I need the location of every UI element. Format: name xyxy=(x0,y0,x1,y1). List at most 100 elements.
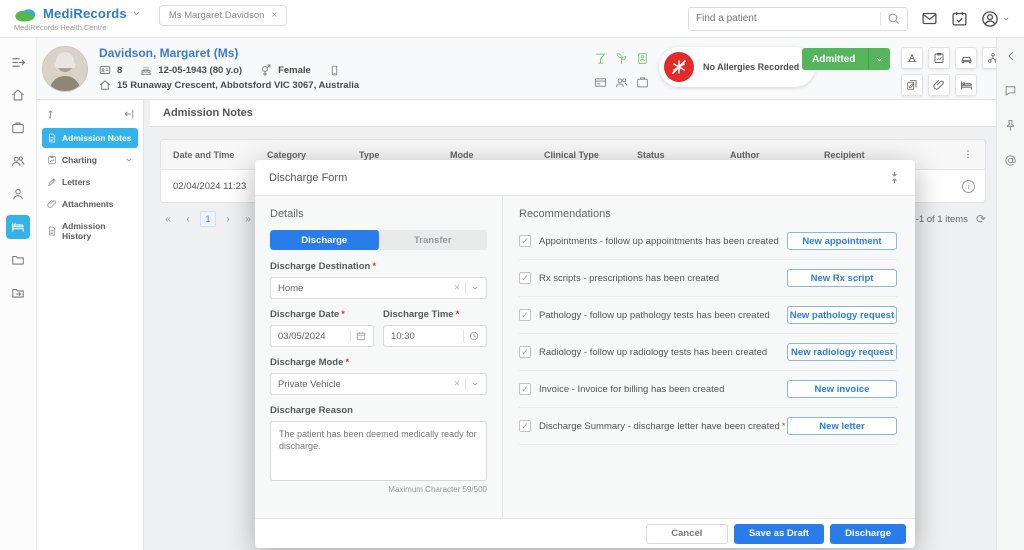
alcohol-status-icon[interactable] xyxy=(590,47,610,69)
row-info-icon[interactable]: i xyxy=(962,180,975,193)
recommendation-label: Rx scripts - prescriptions has been crea… xyxy=(539,273,719,284)
mentions-icon[interactable] xyxy=(1004,154,1017,167)
tab-transfer[interactable]: Transfer xyxy=(379,230,488,250)
radiology-checkbox[interactable]: ✓ xyxy=(519,346,531,358)
rx-scripts-checkbox[interactable]: ✓ xyxy=(519,272,531,284)
pathology-checkbox[interactable]: ✓ xyxy=(519,309,531,321)
last-page-button[interactable]: » xyxy=(240,211,256,227)
patient-tab-close-icon[interactable]: × xyxy=(271,10,277,21)
discharge-button[interactable]: Discharge xyxy=(830,524,906,544)
pagination: « ‹ 1 › » xyxy=(160,211,256,227)
sidebar-item-charting[interactable]: Charting xyxy=(42,150,138,170)
patient-search[interactable] xyxy=(688,7,908,31)
comments-icon[interactable] xyxy=(1004,84,1017,97)
column-header[interactable]: Recipient xyxy=(824,150,961,160)
collapse-panel-chevron-left-icon[interactable] xyxy=(1005,50,1017,62)
patient-badge-icon[interactable] xyxy=(632,47,652,69)
sidebar-item-letters[interactable]: Letters xyxy=(42,172,138,192)
clock-icon[interactable] xyxy=(469,331,479,341)
pin-icon[interactable] xyxy=(1004,119,1017,132)
new-pathology-request-button[interactable]: New pathology request xyxy=(787,306,897,324)
new-rx-script-button[interactable]: New Rx script xyxy=(787,269,897,287)
appointments-status-icon[interactable] xyxy=(632,71,652,93)
allergy-pill[interactable]: No Allergies Recorded xyxy=(659,47,815,87)
bed-button[interactable] xyxy=(955,74,977,96)
messages-icon[interactable] xyxy=(921,10,938,27)
home-nav-icon[interactable] xyxy=(6,83,30,107)
cancel-button[interactable]: Cancel xyxy=(646,524,728,544)
dispense-button[interactable] xyxy=(901,47,923,69)
reorder-icon[interactable] xyxy=(45,109,56,120)
patients-nav-icon[interactable] xyxy=(6,182,30,206)
appointments-checkbox[interactable]: ✓ xyxy=(519,235,531,247)
next-page-button[interactable]: › xyxy=(220,211,236,227)
brand-chevron-down-icon[interactable] xyxy=(132,9,141,18)
transport-button[interactable] xyxy=(955,47,977,69)
admission-status-button[interactable]: Admitted xyxy=(802,48,890,70)
column-header[interactable]: Mode xyxy=(450,150,544,160)
sidebar-item-admission-notes[interactable]: Admission Notes xyxy=(42,128,138,148)
patient-tab[interactable]: Ms Margaret Davidson × xyxy=(159,5,287,26)
new-letter-button[interactable]: New letter xyxy=(787,417,897,435)
column-header[interactable]: Date and Time xyxy=(173,150,267,160)
first-page-button[interactable]: « xyxy=(160,211,176,227)
recommendation-row-rx-scripts: ✓ Rx scripts - prescriptions has been cr… xyxy=(519,260,897,297)
clear-icon[interactable]: × xyxy=(454,282,460,294)
admissions-nav-icon[interactable] xyxy=(6,215,30,239)
sidebar-item-admission-history[interactable]: Admission History xyxy=(42,216,138,246)
attachments-button[interactable] xyxy=(928,74,950,96)
discharge-mode-select[interactable]: Private Vehicle × xyxy=(270,373,487,395)
discharge-time-input[interactable]: 10:30 xyxy=(383,325,487,347)
groups-nav-icon[interactable] xyxy=(6,149,30,173)
collapse-sidebar-icon[interactable] xyxy=(123,108,135,120)
expand-menu-icon[interactable] xyxy=(6,50,30,74)
collapse-modal-icon[interactable] xyxy=(888,171,901,184)
table-options-icon[interactable]: ⋮ xyxy=(961,149,975,160)
cell-date-and-time: 02/04/2024 11:23 xyxy=(173,181,267,192)
folder-nav-icon[interactable] xyxy=(6,248,30,272)
prev-page-button[interactable]: ‹ xyxy=(180,211,196,227)
smoking-status-icon[interactable] xyxy=(611,47,631,69)
calendar-nav-icon[interactable] xyxy=(6,116,30,140)
tab-discharge[interactable]: Discharge xyxy=(270,230,379,250)
mobile-phone-icon[interactable] xyxy=(329,65,340,76)
current-page-button[interactable]: 1 xyxy=(200,211,216,227)
paperclip-icon xyxy=(47,199,57,209)
family-icon[interactable] xyxy=(611,71,631,93)
clear-icon[interactable]: × xyxy=(454,378,460,390)
sidebar-item-attachments[interactable]: Attachments xyxy=(42,194,138,214)
new-radiology-request-button[interactable]: New radiology request xyxy=(787,343,897,361)
calendar-icon[interactable] xyxy=(951,10,968,27)
patient-name-link[interactable]: Davidson, Margaret (Ms) xyxy=(99,46,359,60)
folder-export-nav-icon[interactable] xyxy=(6,281,30,305)
column-header[interactable]: Status xyxy=(637,150,730,160)
destination-value: Home xyxy=(278,283,454,294)
discharge-destination-select[interactable]: Home × xyxy=(270,277,487,299)
medicare-card-icon[interactable] xyxy=(590,71,610,93)
document-icon xyxy=(47,133,57,143)
search-icon[interactable] xyxy=(887,12,900,25)
refresh-icon[interactable]: ⟳ xyxy=(976,212,986,226)
car-icon xyxy=(960,52,973,65)
invoice-checkbox[interactable]: ✓ xyxy=(519,383,531,395)
page-title: Admission Notes xyxy=(163,107,253,119)
edit-notes-button[interactable] xyxy=(901,74,923,96)
history-document-icon xyxy=(47,226,57,236)
column-header[interactable]: Type xyxy=(359,150,450,160)
discharge-mode-label: Discharge Mode* xyxy=(270,357,487,368)
discharge-reason-textarea[interactable]: The patient has been deemed medically re… xyxy=(270,421,487,481)
search-input[interactable] xyxy=(696,13,880,24)
new-invoice-button[interactable]: New invoice xyxy=(787,380,897,398)
calendar-icon[interactable] xyxy=(356,331,366,341)
discharge-date-input[interactable]: 03/05/2024 xyxy=(270,325,374,347)
new-appointment-button[interactable]: New appointment xyxy=(787,232,897,250)
column-header[interactable]: Clinical Type xyxy=(544,150,637,160)
discharge-summary-checkbox[interactable]: ✓ xyxy=(519,420,531,432)
save-as-draft-button[interactable]: Save as Draft xyxy=(734,524,824,544)
account-menu[interactable] xyxy=(981,10,1010,28)
patient-avatar[interactable] xyxy=(42,46,88,92)
clinical-notes-button[interactable] xyxy=(928,47,950,69)
column-header[interactable]: Category xyxy=(267,150,359,160)
column-header[interactable]: Author xyxy=(730,150,824,160)
recommendation-label: Radiology - follow up radiology tests ha… xyxy=(539,347,767,358)
